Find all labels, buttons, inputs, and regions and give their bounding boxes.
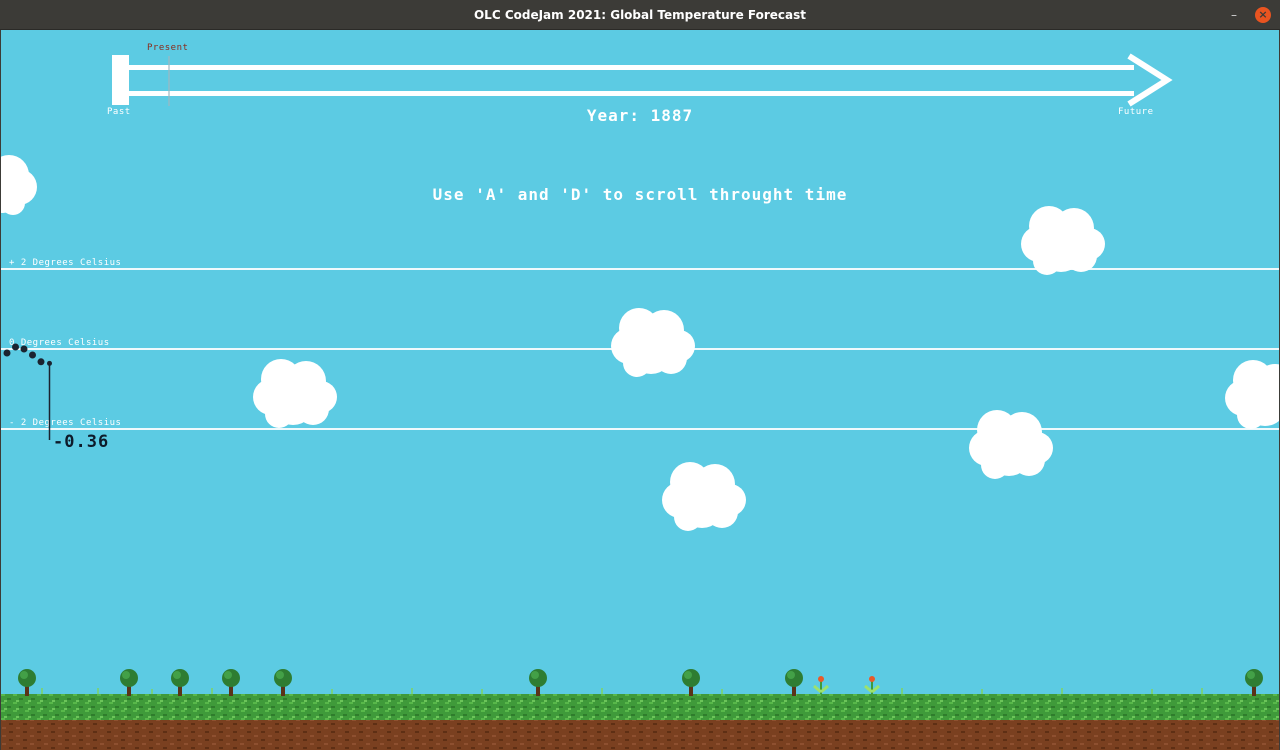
tree-icon — [682, 669, 700, 696]
tree-icon — [120, 669, 138, 696]
close-button[interactable]: × — [1255, 7, 1271, 23]
flower-icon — [864, 676, 880, 694]
grass-tufts — [41, 688, 1203, 694]
tree-icon — [274, 669, 292, 696]
grass-strip — [1, 694, 1279, 720]
flower-icon — [813, 676, 829, 694]
window-titlebar[interactable]: OLC CodeJam 2021: Global Temperature For… — [0, 0, 1280, 30]
window-title: OLC CodeJam 2021: Global Temperature For… — [473, 7, 806, 22]
ground — [1, 669, 1279, 750]
game-canvas[interactable]: Present Past Future Year: 1887 Use 'A' a… — [1, 30, 1279, 750]
tree-icon — [171, 669, 189, 696]
tree-icon — [529, 669, 547, 696]
tree-icon — [785, 669, 803, 696]
tree-icon — [1245, 669, 1263, 696]
tree-icon — [222, 669, 240, 696]
tree-icon — [18, 669, 36, 696]
soil-strip — [1, 720, 1279, 750]
minimize-button[interactable]: – — [1226, 7, 1242, 23]
